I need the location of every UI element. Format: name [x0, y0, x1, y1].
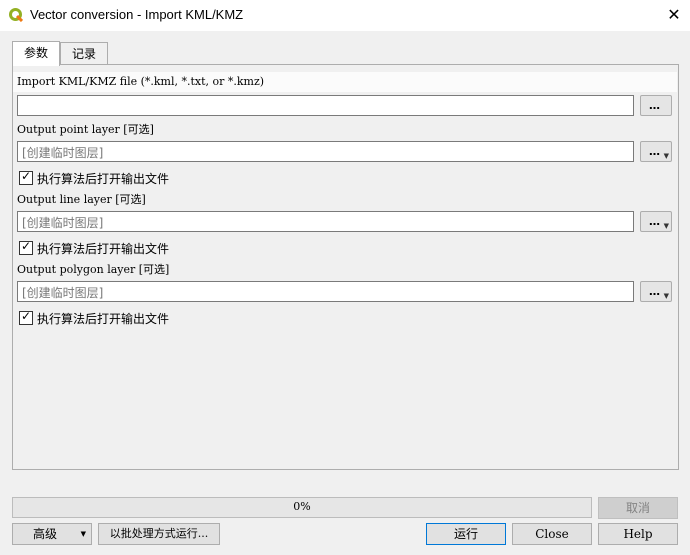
help-button[interactable]: Help	[598, 523, 678, 545]
output-line-placeholder: [创建临时图层]	[22, 216, 104, 230]
tab-parameters[interactable]: 参数	[12, 41, 60, 66]
checkmark-icon: ✓	[21, 309, 32, 323]
output-line-field[interactable]: [创建临时图层]	[17, 211, 634, 232]
advanced-label: 高级	[33, 527, 58, 541]
checkmark-icon: ✓	[21, 169, 32, 183]
ellipsis-icon: …	[649, 99, 660, 112]
output-point-browse-button[interactable]: … ▼	[640, 141, 672, 162]
ellipsis-icon: …	[649, 285, 660, 298]
open-point-output-checkbox[interactable]: ✓	[19, 169, 33, 185]
ellipsis-icon: …	[649, 145, 660, 158]
output-line-browse-button[interactable]: … ▼	[640, 211, 672, 232]
window-title: Vector conversion - Import KML/KMZ	[30, 7, 244, 22]
dropdown-arrow-icon: ▼	[80, 530, 86, 538]
input-file-label: Import KML/KMZ file (*.kml, *.txt, or *.…	[17, 75, 265, 88]
cancel-button[interactable]: 取消	[598, 497, 678, 519]
checkmark-icon: ✓	[21, 239, 32, 253]
output-polygon-browse-button[interactable]: … ▼	[640, 281, 672, 302]
output-point-field[interactable]: [创建临时图层]	[17, 141, 634, 162]
batch-process-button[interactable]: 以批处理方式运行...	[98, 523, 220, 545]
tab-log[interactable]: 记录	[60, 42, 108, 65]
ellipsis-icon: …	[649, 215, 660, 228]
qgis-logo-icon	[9, 8, 23, 22]
output-polygon-label: Output polygon layer [可选]	[17, 263, 170, 276]
input-browse-button[interactable]: …	[640, 95, 672, 116]
output-polygon-field[interactable]: [创建临时图层]	[17, 281, 634, 302]
open-line-output-checkbox[interactable]: ✓	[19, 239, 33, 255]
output-line-label: Output line layer [可选]	[17, 193, 146, 206]
output-point-label: Output point layer [可选]	[17, 123, 154, 136]
output-polygon-placeholder: [创建临时图层]	[22, 286, 104, 300]
open-polygon-output-checkbox[interactable]: ✓	[19, 309, 33, 325]
dropdown-arrow-icon: ▼	[663, 152, 669, 160]
input-file-field[interactable]	[17, 95, 634, 116]
open-point-output-label: 执行算法后打开输出文件	[37, 172, 170, 186]
open-line-output-label: 执行算法后打开输出文件	[37, 242, 170, 256]
progress-bar: 0%	[12, 497, 592, 518]
advanced-dropdown[interactable]: 高级 ▼	[12, 523, 92, 545]
title-bar: Vector conversion - Import KML/KMZ ✕	[0, 0, 690, 31]
close-icon[interactable]: ✕	[664, 6, 684, 24]
progress-text: 0%	[293, 500, 311, 513]
output-point-placeholder: [创建临时图层]	[22, 146, 104, 160]
dropdown-arrow-icon: ▼	[663, 292, 669, 300]
run-button[interactable]: 运行	[426, 523, 506, 545]
open-polygon-output-label: 执行算法后打开输出文件	[37, 312, 170, 326]
close-button[interactable]: Close	[512, 523, 592, 545]
dropdown-arrow-icon: ▼	[663, 222, 669, 230]
